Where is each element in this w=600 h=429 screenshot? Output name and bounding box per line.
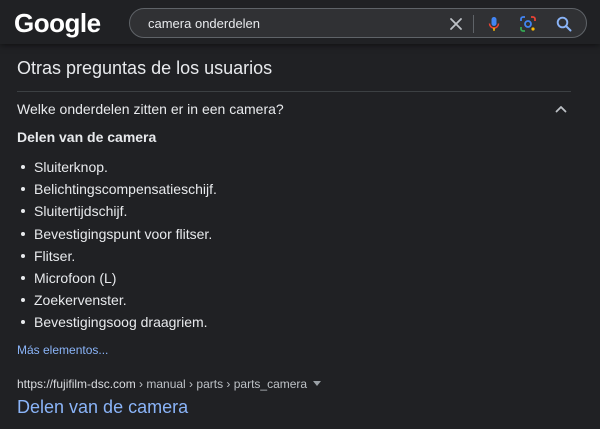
bullet (21, 276, 25, 281)
list-item: Flitser. (17, 245, 217, 267)
bullet (21, 209, 25, 214)
list-item: Bevestigingsoog draagriem. (17, 311, 217, 333)
search-box-divider (473, 15, 474, 33)
bullet (21, 231, 25, 236)
section-divider (17, 91, 571, 92)
google-logo[interactable]: Google (14, 8, 101, 38)
bullet (21, 187, 25, 192)
answer-heading: Delen van de camera (17, 129, 157, 145)
search-input[interactable]: camera onderdelen (148, 16, 260, 31)
bullet (21, 253, 25, 258)
search-box[interactable]: camera onderdelen (129, 8, 587, 38)
list-item: Belichtingscompensatieschijf. (17, 178, 217, 200)
top-bar: Google camera onderdelen (0, 0, 600, 44)
camera-lens-icon[interactable] (519, 15, 537, 33)
people-also-ask-title: Otras preguntas de los usuarios (17, 58, 273, 78)
result-domain: https://fujifilm-dsc.com (17, 377, 136, 391)
search-icon[interactable] (555, 15, 573, 33)
microphone-icon[interactable] (485, 15, 503, 33)
bullet (21, 320, 25, 325)
list-item: Bevestigingspunt voor flitser. (17, 223, 217, 245)
question-toggle[interactable]: Welke onderdelen zitten er in een camera… (17, 101, 284, 117)
answer-list: Sluiterknop. Belichtingscompensatieschij… (17, 156, 217, 334)
bullet (21, 165, 25, 169)
list-item: Microfoon (L) (17, 267, 217, 289)
list-item: Sluitertijdschijf. (17, 200, 217, 222)
caret-down-icon[interactable] (313, 381, 322, 386)
list-item: Sluiterknop. (17, 156, 217, 178)
result-path: › manual › parts › parts_camera (135, 377, 308, 391)
result-url[interactable]: https://fujifilm-dsc.com › manual › part… (17, 377, 322, 391)
chevron-up-icon[interactable] (553, 101, 569, 117)
bullet (21, 298, 25, 303)
list-item: Zoekervenster. (17, 289, 217, 311)
close-icon[interactable] (447, 15, 465, 33)
result-title-link[interactable]: Delen van de camera (17, 397, 188, 418)
more-items-link[interactable]: Más elementos... (17, 343, 108, 357)
